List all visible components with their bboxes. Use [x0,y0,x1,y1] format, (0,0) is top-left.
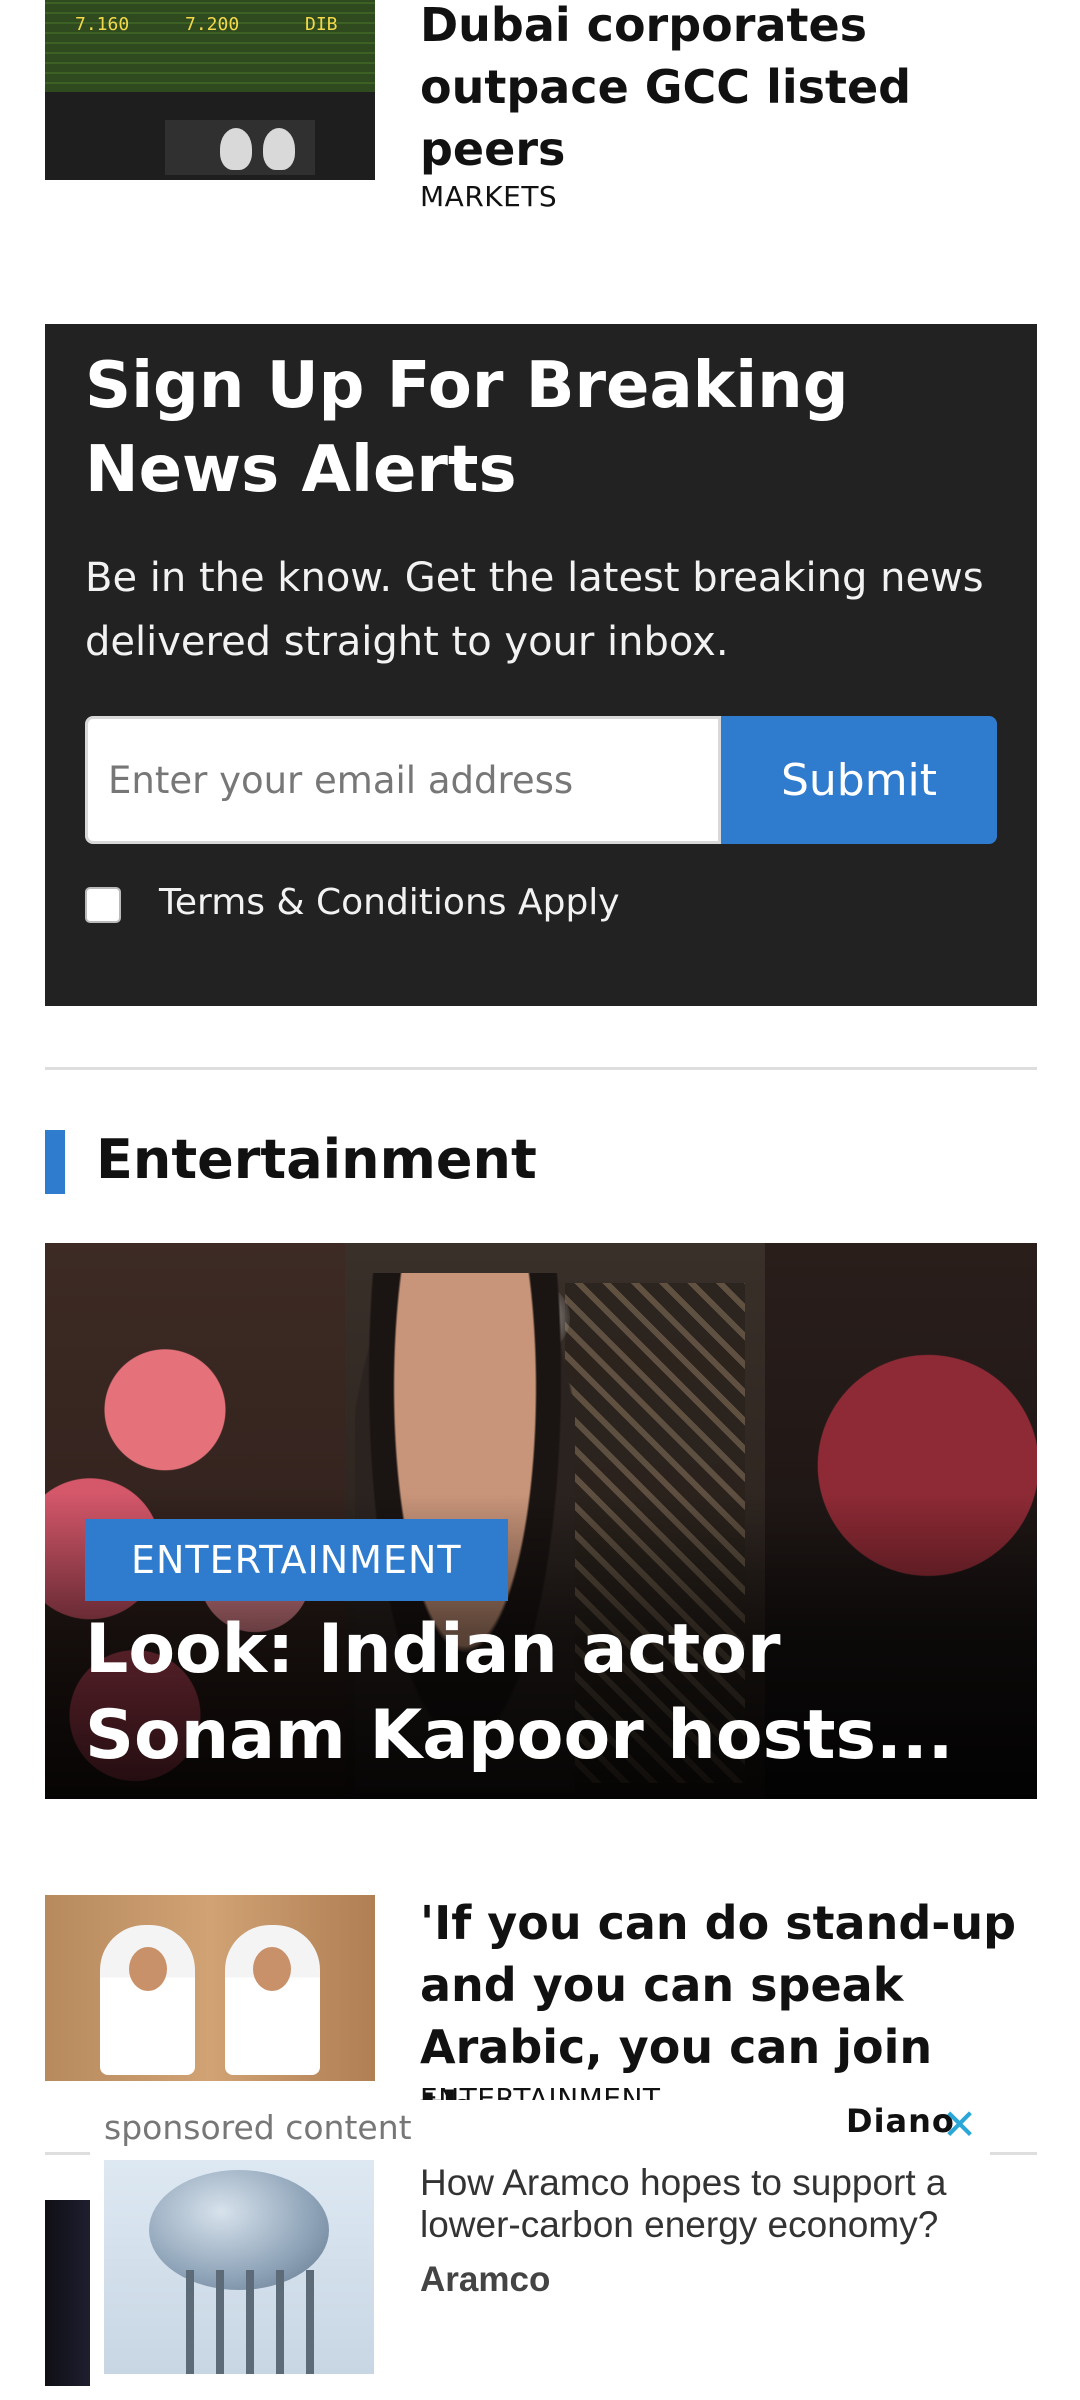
terms-checkbox[interactable] [85,887,121,923]
person-image [220,128,252,170]
face-image [253,1947,291,1991]
board-value: 7.160 [75,14,130,35]
signup-description: Be in the know. Get the latest breaking … [85,555,984,665]
stock-board-image: 7.160 7.200 DIB [45,0,375,92]
top-article-category[interactable]: MARKETS [420,180,557,213]
board-value: DIB [305,14,338,35]
featured-article-card[interactable]: ENTERTAINMENT Look: Indian actor Sonam K… [45,1243,1037,1799]
close-icon[interactable]: ✕ [942,2100,977,2149]
category-badge[interactable]: ENTERTAINMENT [85,1519,508,1601]
email-input[interactable] [85,716,721,844]
newsletter-signup-box: Sign Up For Breaking News Alerts Be in t… [45,324,1037,1006]
terms-label: Terms & Conditions Apply [159,882,620,923]
divider [45,1067,1037,1070]
sponsored-label: sponsored content [104,2108,412,2147]
person-image [263,128,295,170]
face-image [129,1947,167,1991]
ad-advertiser: Aramco [420,2260,551,2299]
top-article-thumbnail[interactable]: 7.160 7.200 DIB [45,0,375,180]
sponsored-ad[interactable]: sponsored content Diano ✕ How Aramco hop… [90,2100,990,2400]
ad-title[interactable]: How Aramco hopes to support a lower-carb… [420,2162,980,2246]
section-accent-bar [45,1130,65,1194]
section-title: Entertainment [96,1128,537,1191]
tower-legs-image [164,2270,314,2374]
ad-network-logo: Diano [846,2102,955,2140]
featured-article-title[interactable]: Look: Indian actor Sonam Kapoor hosts... [85,1607,1005,1779]
submit-button[interactable]: Submit [721,716,997,844]
ad-image[interactable] [104,2160,374,2374]
article-thumbnail[interactable] [45,1895,375,2081]
signup-title: Sign Up For Breaking News Alerts [85,349,849,507]
board-value: 7.200 [185,14,240,35]
top-article-title[interactable]: Dubai corporates outpace GCC listed peer… [420,0,1040,180]
